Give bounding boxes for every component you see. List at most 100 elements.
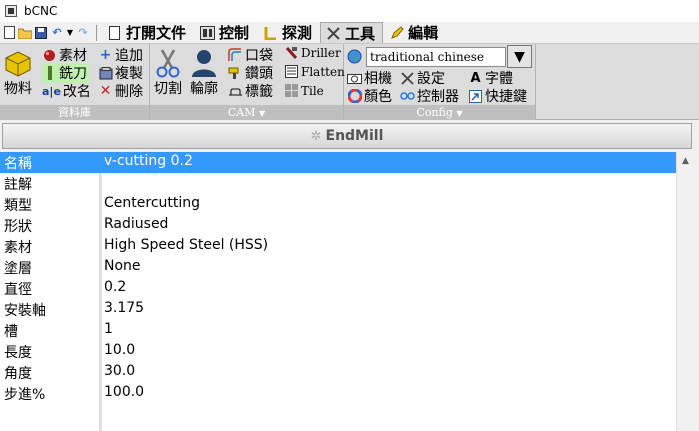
library-group-label: 資料庫 (0, 105, 149, 120)
new-file-icon[interactable] (2, 26, 16, 40)
tab-edit[interactable]: 編輯 (383, 22, 446, 43)
endmill-button[interactable]: 銑刀 (42, 63, 89, 83)
bcnc-app-icon (4, 4, 18, 18)
table-row[interactable]: 素材 High Speed Steel (HSS) (0, 236, 676, 257)
config-group-label[interactable]: Config ▼ (344, 105, 535, 120)
controller-label: 控制器 (417, 89, 459, 105)
language-dropdown-button[interactable]: ▼ (507, 45, 532, 68)
flatten-button[interactable]: Flatten (284, 64, 345, 79)
undo-icon[interactable]: ↶ (50, 26, 64, 40)
cam-group-label[interactable]: CAM ▼ (150, 105, 343, 120)
dropdown-arrow-icon: ▼ (514, 48, 525, 65)
tile-button[interactable]: Tile (284, 83, 324, 98)
property-value[interactable]: 100.0 (104, 384, 144, 400)
drill-label: 鑽頭 (245, 66, 273, 82)
color-button[interactable]: 顏色 (347, 86, 392, 106)
property-value[interactable]: High Speed Steel (HSS) (104, 237, 268, 253)
property-value[interactable]: None (104, 258, 141, 274)
table-row[interactable]: 直徑 0.2 (0, 278, 676, 299)
quick-access-separator (96, 24, 97, 41)
tab-label: 打開文件 (126, 24, 187, 42)
material-label: 物料 (4, 81, 32, 97)
undo-dropdown-icon[interactable]: ▼ (66, 26, 74, 40)
probe-icon (263, 25, 278, 40)
property-value[interactable]: Radiused (104, 216, 168, 232)
config-label-text: Config (416, 106, 453, 119)
shortcuts-button[interactable]: 快捷鍵 (468, 86, 527, 106)
camera-button[interactable]: 相機 (347, 68, 392, 88)
property-value[interactable]: v-cutting 0.2 (104, 153, 193, 169)
cut-button[interactable]: 切割 (152, 48, 184, 98)
table-row[interactable]: 形狀 Radiused (0, 215, 676, 236)
table-row[interactable]: 安裝軸 3.175 (0, 299, 676, 320)
property-value[interactable]: 30.0 (104, 363, 135, 379)
property-value[interactable]: 3.175 (104, 300, 144, 316)
scroll-up-arrow-icon[interactable]: ▲ (677, 152, 694, 169)
property-value[interactable]: 1 (104, 321, 113, 337)
scissors-icon (152, 48, 184, 78)
property-name: 形狀 (4, 219, 32, 235)
ribbon: 物料 素材 銑刀 a|e 改名 + 追加 複製 ✕ 刪除 資料庫 切割 輪廓 口… (0, 44, 699, 120)
driller-label: Driller (301, 45, 341, 60)
table-row[interactable]: 長度 10.0 (0, 341, 676, 362)
flatten-icon (284, 64, 299, 79)
vertical-scrollbar[interactable]: ▲ (676, 152, 694, 431)
settings-label: 設定 (417, 71, 445, 87)
cut-label: 切割 (154, 81, 182, 97)
copy-button[interactable]: 複製 (98, 63, 143, 83)
table-row[interactable]: 槽1 (0, 320, 676, 341)
tabs-button[interactable]: 標籤 (228, 81, 273, 101)
window-title: bCNC (24, 4, 58, 18)
driller-button[interactable]: Driller (284, 45, 341, 60)
endmill-header[interactable]: ✲ EndMill (2, 123, 692, 149)
save-icon[interactable] (34, 26, 48, 40)
property-name: 角度 (4, 366, 32, 382)
tab-probe[interactable]: 探測 (257, 22, 320, 43)
tile-icon (284, 83, 299, 98)
title-bar: bCNC (0, 0, 699, 22)
property-value[interactable]: 10.0 (104, 342, 135, 358)
property-name: 塗層 (4, 261, 32, 277)
pocket-button[interactable]: 口袋 (228, 45, 273, 65)
table-row[interactable]: 角度 30.0 (0, 362, 676, 383)
tabs-icon (228, 84, 243, 99)
flatten-label: Flatten (301, 64, 345, 79)
property-value[interactable]: 0.2 (104, 279, 126, 295)
font-button[interactable]: A 字體 (468, 68, 513, 88)
delete-label: 刪除 (115, 84, 143, 100)
endmill-gear-icon: ✲ (310, 128, 322, 144)
rename-button[interactable]: a|e 改名 (42, 81, 91, 101)
cam-label-text: CAM (227, 106, 256, 119)
camera-icon (347, 71, 362, 86)
table-row[interactable]: 註解 (0, 173, 676, 194)
table-row[interactable]: 名稱 v-cutting 0.2 (0, 152, 676, 173)
endmill-header-label: EndMill (325, 128, 384, 144)
rename-icon: a|e (42, 84, 61, 98)
profile-button[interactable]: 輪廓 (188, 48, 220, 98)
table-row[interactable]: 塗層 None (0, 257, 676, 278)
controller-button[interactable]: 控制器 (400, 86, 459, 106)
property-value[interactable]: Centercutting (104, 195, 200, 211)
settings-tools-icon (400, 71, 415, 86)
stock-sphere-icon (42, 48, 57, 63)
tab-tools[interactable]: 工具 (320, 22, 384, 43)
tab-file[interactable]: 打開文件 (101, 22, 194, 43)
property-name: 槽 (4, 324, 18, 340)
delete-button[interactable]: ✕ 刪除 (98, 81, 143, 101)
redo-icon[interactable]: ↷ (76, 26, 90, 40)
tab-control[interactable]: 控制 (194, 22, 257, 43)
table-row[interactable]: 步進% 100.0 (0, 383, 676, 404)
open-folder-icon[interactable] (18, 26, 32, 40)
config-group: traditional chinese ▼ 相機 設定 A 字體 顏色 控制器 … (344, 44, 536, 120)
controller-icon (400, 89, 415, 104)
property-name: 直徑 (4, 282, 32, 298)
settings-button[interactable]: 設定 (400, 68, 445, 88)
table-row[interactable]: 類型 Centercutting (0, 194, 676, 215)
stock-button[interactable]: 素材 (42, 45, 87, 65)
add-button[interactable]: + 追加 (98, 45, 143, 65)
language-select[interactable]: traditional chinese (366, 47, 506, 67)
properties-table[interactable]: 名稱 v-cutting 0.2 註解 類型 Centercutting 形狀 Radius… (0, 152, 676, 431)
library-group: 物料 素材 銑刀 a|e 改名 + 追加 複製 ✕ 刪除 資料庫 (0, 44, 150, 120)
drill-button[interactable]: 鑽頭 (228, 63, 273, 83)
material-button[interactable]: 物料 (2, 48, 34, 98)
